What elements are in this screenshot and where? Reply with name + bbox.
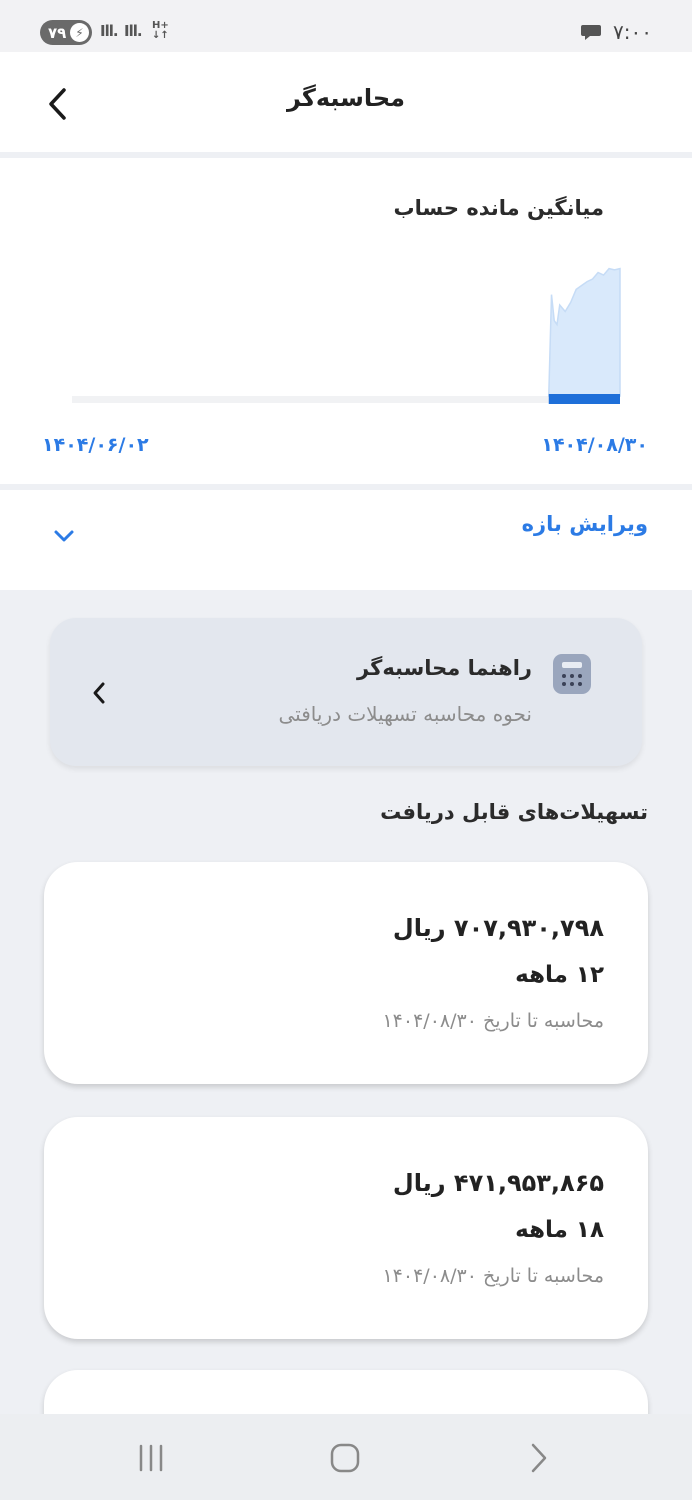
chevron-left-icon: [93, 682, 105, 704]
home-icon: [330, 1443, 360, 1473]
facility-term: ۱۸ ماهه: [515, 1217, 604, 1243]
charging-icon: ⚡: [70, 23, 89, 42]
status-time: ۷:۰۰: [613, 20, 652, 44]
facilities-section-title: تسهیلات‌های قابل دریافت: [380, 800, 648, 824]
chevron-down-icon[interactable]: [52, 528, 76, 544]
message-icon: [581, 25, 601, 40]
chevron-right-icon: [531, 1443, 547, 1473]
facility-amount: ۷۰۷,۹۳۰,۷۹۸ ریال: [392, 914, 604, 942]
battery-indicator: ۷۹ ⚡: [40, 20, 92, 45]
balance-chart-card: میانگین مانده حساب ۱۴۰۴/۰۶/۰۲ ۱۴۰۴/۰۸/۳۰: [0, 158, 692, 484]
facility-date: محاسبه تا تاریخ ۱۴۰۴/۰۸/۳۰: [382, 1010, 604, 1032]
facility-term: ۱۲ ماهه: [515, 962, 604, 988]
facility-date: محاسبه تا تاریخ ۱۴۰۴/۰۸/۳۰: [382, 1265, 604, 1287]
app-header: محاسبه‌گر: [0, 52, 692, 152]
chart-start-date: ۱۴۰۴/۰۶/۰۲: [42, 434, 149, 456]
signal-icon: Ill.: [100, 22, 119, 40]
back-nav-button[interactable]: [514, 1438, 564, 1478]
calculator-icon: [553, 654, 591, 694]
calculator-screen: [562, 662, 582, 668]
battery-level: ۷۹: [48, 23, 67, 42]
page-title: محاسبه‌گر: [286, 84, 405, 112]
home-button[interactable]: [320, 1438, 370, 1478]
chart-end-date: ۱۴۰۴/۰۸/۳۰: [541, 434, 648, 456]
guide-subtitle: نحوه محاسبه تسهیلات دریافتی: [278, 702, 532, 726]
network-type: H+ ↓↑: [152, 20, 169, 41]
recent-apps-button[interactable]: [126, 1438, 176, 1478]
status-bar: ۷۹ ⚡ Ill. Ill. H+ ↓↑ ۷:۰۰: [0, 0, 692, 52]
chart-range-track: [72, 396, 620, 403]
signal-icon-2: Ill.: [124, 22, 143, 40]
calculator-guide-card[interactable]: راهنما محاسبه‌گر نحوه محاسبه تسهیلات دری…: [50, 618, 642, 766]
recent-apps-icon: [139, 1444, 163, 1472]
network-label: H+: [152, 20, 169, 31]
guide-title: راهنما محاسبه‌گر: [357, 656, 532, 680]
system-nav-bar: [0, 1414, 692, 1500]
balance-chart[interactable]: [0, 158, 692, 418]
chart-area: [547, 267, 621, 397]
edit-range-label: ویرایش بازه: [521, 512, 648, 536]
facility-card-12-month[interactable]: ۷۰۷,۹۳۰,۷۹۸ ریال ۱۲ ماهه محاسبه تا تاریخ…: [44, 862, 648, 1084]
edit-range-toggle[interactable]: ویرایش بازه: [0, 490, 692, 590]
facility-amount: ۴۷۱,۹۵۳,۸۶۵ ریال: [392, 1169, 604, 1197]
chart-selected-range: [548, 394, 620, 404]
facility-card-18-month[interactable]: ۴۷۱,۹۵۳,۸۶۵ ریال ۱۸ ماهه محاسبه تا تاریخ…: [44, 1117, 648, 1339]
